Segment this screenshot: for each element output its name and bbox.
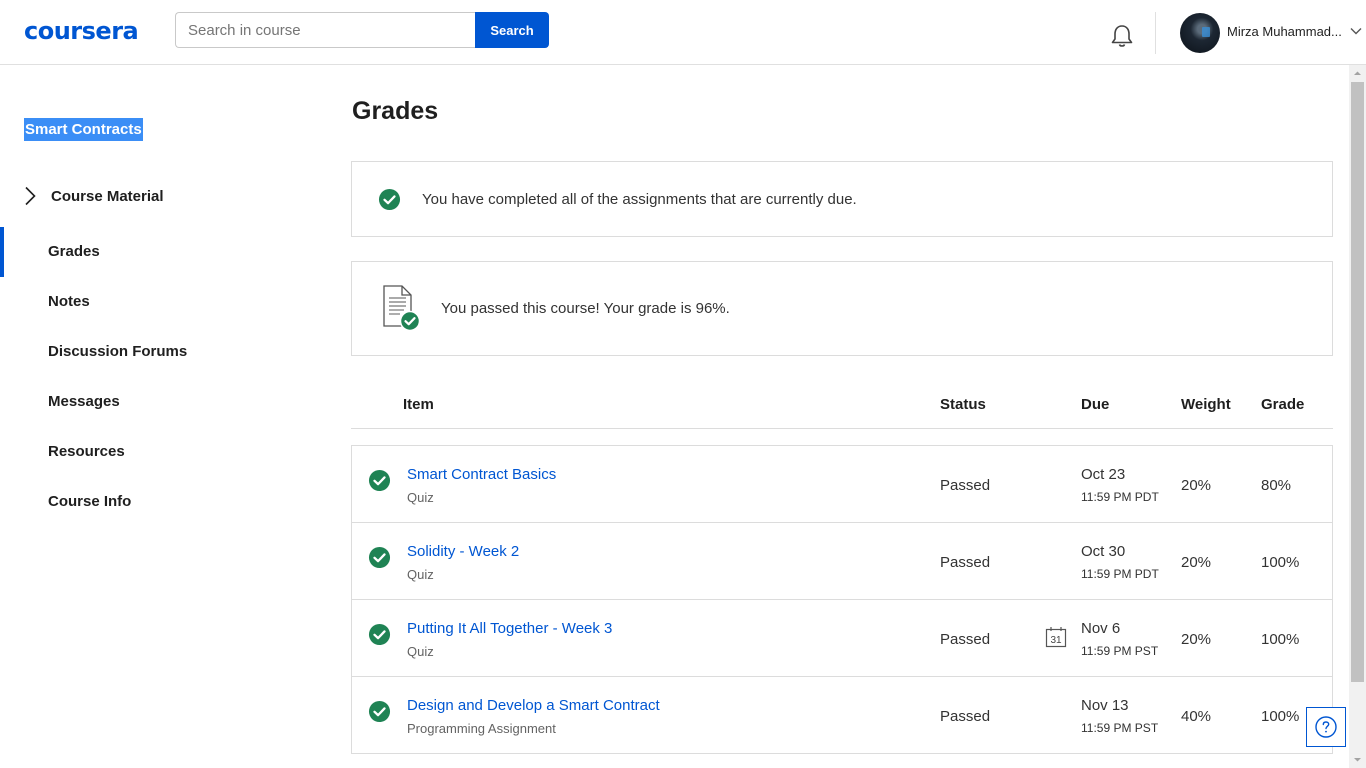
header-divider <box>1155 12 1156 54</box>
user-name[interactable]: Mirza Muhammad... <box>1227 24 1345 39</box>
table-row: Putting It All Together - Week 3 Quiz Pa… <box>352 600 1332 677</box>
completion-notice: You have completed all of the assignment… <box>351 161 1333 237</box>
calendar-day-number: 31 <box>1050 635 1062 646</box>
check-circle-icon <box>368 700 391 723</box>
weight-value: 20% <box>1181 554 1212 571</box>
avatar[interactable] <box>1180 13 1220 53</box>
due-time: 11:59 PM PDT <box>1081 490 1159 504</box>
sidebar-item-course-info[interactable]: Course Info <box>48 492 131 512</box>
assignment-link[interactable]: Solidity - Week 2 <box>407 543 519 560</box>
calendar-icon[interactable]: 31 <box>1045 626 1067 648</box>
column-header-due: Due <box>1081 396 1110 413</box>
grade-value: 100% <box>1261 631 1300 648</box>
assignment-link[interactable]: Putting It All Together - Week 3 <box>407 620 612 637</box>
passed-message: You passed this course! Your grade is 96… <box>441 300 730 317</box>
scrollbar-thumb[interactable] <box>1351 82 1364 682</box>
sidebar-item-grades[interactable]: Grades <box>48 242 100 262</box>
grades-table: Smart Contract Basics Quiz Passed Oct 23… <box>351 445 1333 754</box>
assignment-type: Programming Assignment <box>407 721 556 736</box>
sidebar-item-notes[interactable]: Notes <box>48 292 90 312</box>
search-input[interactable] <box>175 12 475 48</box>
status-text: Passed <box>940 708 991 725</box>
completion-message: You have completed all of the assignment… <box>422 191 857 208</box>
column-header-weight: Weight <box>1181 396 1231 413</box>
sidebar-item-discussion-forums[interactable]: Discussion Forums <box>48 342 187 362</box>
assignment-type: Quiz <box>407 644 434 659</box>
grades-table-header: Item Status Due Weight Grade <box>351 380 1333 429</box>
top-header: coursera Search Mirza Muhammad... <box>0 0 1366 65</box>
chevron-right-icon <box>25 186 36 206</box>
table-row: Solidity - Week 2 Quiz Passed Oct 30 11:… <box>352 523 1332 600</box>
status-text: Passed <box>940 631 991 648</box>
course-passed-notice: You passed this course! Your grade is 96… <box>351 261 1333 356</box>
assignment-link[interactable]: Design and Develop a Smart Contract <box>407 697 660 714</box>
assignment-type: Quiz <box>407 490 434 505</box>
help-button[interactable] <box>1306 707 1346 747</box>
assignment-link[interactable]: Smart Contract Basics <box>407 466 556 483</box>
table-row: Design and Develop a Smart Contract Prog… <box>352 677 1332 754</box>
check-circle-icon <box>368 546 391 569</box>
check-circle-icon <box>368 469 391 492</box>
chevron-down-icon[interactable] <box>1350 25 1362 37</box>
due-time: 11:59 PM PDT <box>1081 567 1159 581</box>
sidebar-item-label: Course Material <box>51 187 164 205</box>
coursera-logo[interactable]: coursera <box>24 16 139 46</box>
sidebar-item-resources[interactable]: Resources <box>48 442 125 462</box>
active-nav-indicator <box>0 227 4 277</box>
status-text: Passed <box>940 477 991 494</box>
scroll-down-arrow-icon[interactable] <box>1349 751 1366 768</box>
course-title[interactable]: Smart Contracts <box>24 118 143 141</box>
due-time: 11:59 PM PST <box>1081 644 1159 658</box>
status-text: Passed <box>940 554 991 571</box>
grade-value: 80% <box>1261 477 1292 494</box>
grade-value: 100% <box>1261 708 1300 725</box>
weight-value: 20% <box>1181 477 1212 494</box>
due-date: Nov 13 <box>1081 697 1129 714</box>
due-date: Oct 23 <box>1081 466 1126 483</box>
column-header-grade: Grade <box>1261 396 1305 413</box>
check-circle-icon <box>378 188 401 211</box>
sidebar-item-messages[interactable]: Messages <box>48 392 120 412</box>
scroll-up-arrow-icon[interactable] <box>1349 65 1366 82</box>
due-time: 11:59 PM PST <box>1081 721 1159 735</box>
due-date: Oct 30 <box>1081 543 1126 560</box>
help-icon <box>1315 716 1337 738</box>
column-header-item: Item <box>403 396 434 413</box>
weight-value: 20% <box>1181 631 1212 648</box>
check-circle-icon <box>368 623 391 646</box>
sidebar-item-course-material[interactable]: Course Material <box>22 184 164 208</box>
grade-value: 100% <box>1261 554 1300 571</box>
table-row: Smart Contract Basics Quiz Passed Oct 23… <box>352 446 1332 523</box>
page-title: Grades <box>352 97 439 125</box>
column-header-status: Status <box>940 396 986 413</box>
search-button[interactable]: Search <box>475 12 549 48</box>
assignment-type: Quiz <box>407 567 434 582</box>
document-check-icon <box>383 285 421 332</box>
due-date: Nov 6 <box>1081 620 1121 637</box>
bell-icon[interactable] <box>1108 22 1136 50</box>
weight-value: 40% <box>1181 708 1212 725</box>
